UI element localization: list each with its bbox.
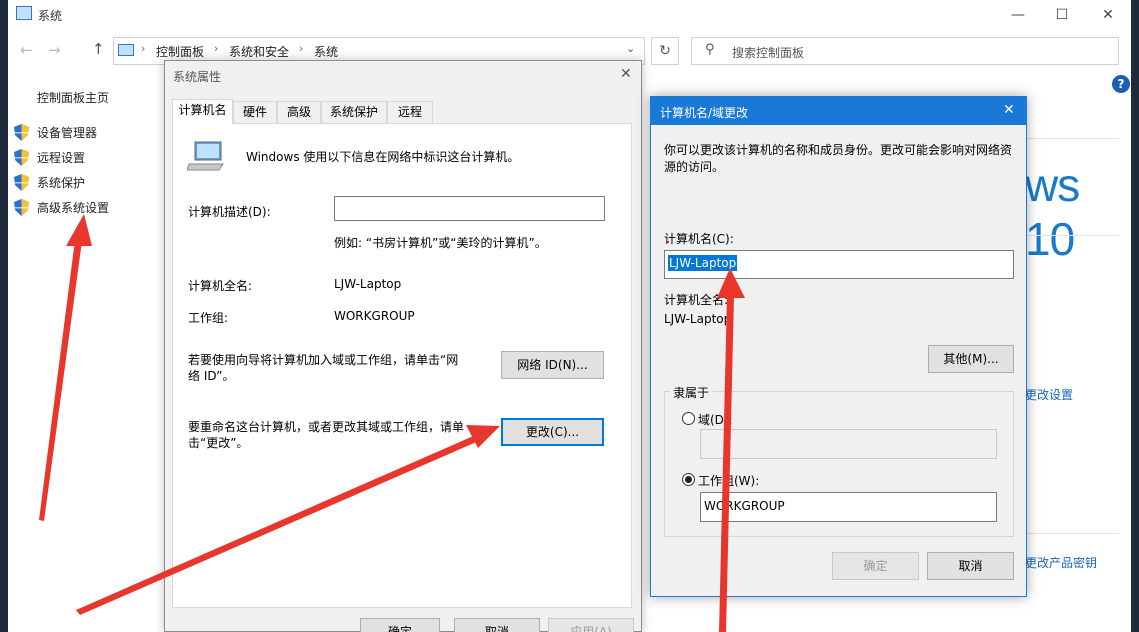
computer-icon	[16, 6, 32, 20]
shield-icon	[14, 149, 29, 166]
forward-arrow-icon[interactable]: →	[48, 41, 61, 59]
domain-radio[interactable]	[682, 412, 695, 425]
workgroup-input[interactable]: WORKGROUP	[700, 492, 997, 522]
divider	[1027, 138, 1119, 139]
tab-panel: Windows 使用以下信息在网络中标识这台计算机。 计算机描述(D): 例如:…	[172, 123, 632, 608]
shield-icon	[14, 124, 29, 141]
workgroup-value: WORKGROUP	[334, 309, 415, 323]
workgroup-label: 工作组(W):	[698, 474, 760, 488]
divider	[1027, 235, 1119, 236]
refresh-icon[interactable]: ↻	[651, 37, 679, 65]
tab-computer-name[interactable]: 计算机名	[172, 99, 233, 124]
dialog-title: 计算机名/域更改	[660, 106, 749, 120]
back-arrow-icon[interactable]: ←	[20, 41, 33, 59]
description-example: 例如: “书房计算机”或“美玲的计算机”。	[334, 236, 547, 250]
sidebar-item-label: 高级系统设置	[37, 201, 110, 215]
ok-button: 确定	[832, 552, 919, 580]
change-settings-link[interactable]: 更改设置	[1025, 386, 1073, 403]
intro-text: 你可以更改该计算机的名称和成员身份。更改可能会影响对网络资源的访问。	[664, 143, 1013, 174]
breadcrumb-system-security[interactable]: 系统和安全	[229, 43, 289, 60]
desktop-right-strip	[1131, 0, 1139, 632]
other-button[interactable]: 其他(M)...	[928, 345, 1014, 373]
rename-text: 要重命名这台计算机，或者更改其域或工作组，请单击“更改”。	[188, 420, 465, 450]
computer-name-label: 计算机名(C):	[664, 232, 734, 246]
chevron-down-icon[interactable]: ⌄	[626, 42, 635, 55]
full-name-value: LJW-Laptop	[664, 312, 732, 326]
workgroup-value: WORKGROUP	[704, 499, 785, 513]
dialog-title: 系统属性	[173, 70, 222, 84]
workgroup-radio[interactable]	[682, 473, 695, 486]
control-panel-icon	[118, 44, 134, 56]
tab-advanced[interactable]: 高级	[277, 101, 321, 123]
desktop-left-strip	[0, 0, 8, 632]
ok-button[interactable]: 确定	[360, 618, 440, 632]
full-name-label: 计算机全名:	[664, 293, 729, 307]
search-placeholder: 搜索控制面板	[732, 46, 805, 60]
domain-label: 域(D):	[698, 413, 733, 427]
workgroup-label: 工作组:	[188, 311, 229, 325]
description-input[interactable]	[334, 196, 605, 221]
change-product-key-link[interactable]: 更改产品密钥	[1025, 554, 1097, 571]
sidebar-item-label: 设备管理器	[37, 126, 98, 140]
computer-name-domain-dialog: 计算机名/域更改 ✕ 你可以更改该计算机的名称和成员身份。更改可能会影响对网络资…	[650, 96, 1027, 597]
tab-system-protection[interactable]: 系统保护	[321, 101, 387, 123]
system-properties-dialog: 系统属性 ✕ 计算机名 硬件 高级 系统保护 远程 Windows 使用以下信息…	[164, 60, 642, 632]
computer-name-selected-text: LJW-Laptop	[668, 255, 738, 271]
shield-icon	[14, 174, 29, 191]
computer-name-input[interactable]: LJW-Laptop	[664, 250, 1014, 279]
description-label: 计算机描述(D):	[188, 205, 271, 219]
close-button[interactable]: ✕	[1085, 4, 1131, 28]
control-panel-home-link[interactable]: 控制面板主页	[37, 89, 109, 106]
intro-text: Windows 使用以下信息在网络中标识这台计算机。	[246, 150, 520, 164]
divider	[1027, 533, 1119, 534]
sidebar-item-label: 系统保护	[37, 176, 86, 190]
domain-input	[700, 429, 997, 459]
window-title: 系统	[38, 9, 63, 23]
full-name-label: 计算机全名:	[188, 279, 253, 293]
help-icon[interactable]: ?	[1112, 75, 1130, 93]
breadcrumb-separator: ›	[141, 42, 146, 55]
tab-remote[interactable]: 远程	[387, 101, 433, 123]
network-id-button[interactable]: 网络 ID(N)...	[501, 351, 604, 379]
cancel-button[interactable]: 取消	[927, 552, 1014, 580]
computer-icon	[187, 141, 224, 171]
breadcrumb-separator: ›	[214, 42, 219, 55]
network-id-text: 若要使用向导将计算机加入域或工作组，请单击“网络 ID”。	[188, 353, 459, 383]
breadcrumb-system[interactable]: 系统	[314, 43, 338, 60]
up-arrow-icon[interactable]: ↑	[92, 40, 105, 58]
close-icon[interactable]: ✕	[620, 66, 632, 82]
change-button[interactable]: 更改(C)...	[501, 418, 604, 446]
maximize-button[interactable]: ☐	[1039, 4, 1085, 28]
sidebar-item-label: 远程设置	[37, 151, 86, 165]
shield-icon	[14, 199, 29, 216]
search-icon: ⚲	[705, 42, 715, 57]
tab-hardware[interactable]: 硬件	[233, 101, 277, 123]
breadcrumb-separator: ›	[299, 42, 304, 55]
close-icon[interactable]: ✕	[1003, 102, 1015, 118]
window-titlebar	[8, 0, 1131, 32]
breadcrumb-control-panel[interactable]: 控制面板	[156, 43, 204, 60]
cancel-button[interactable]: 取消	[454, 618, 540, 632]
full-name-value: LJW-Laptop	[334, 277, 402, 291]
annotation-arrow-advanced	[39, 214, 92, 521]
minimize-button[interactable]: —	[995, 4, 1041, 28]
apply-button: 应用(A)	[548, 618, 634, 632]
windows-logo-text: ws 10	[1025, 159, 1080, 265]
member-of-label: 隶属于	[670, 384, 713, 401]
